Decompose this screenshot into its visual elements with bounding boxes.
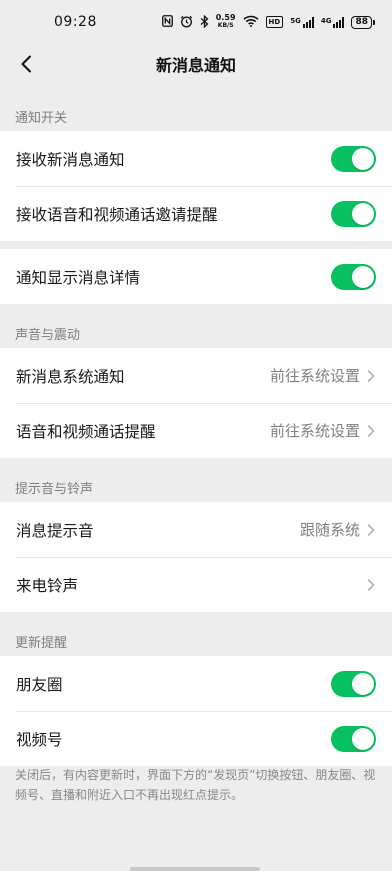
chevron-right-icon [367,369,375,382]
row-channels: 视频号 [0,711,392,766]
alarm-icon [180,15,193,30]
group-show-details: 通知显示消息详情 [0,249,392,304]
footer-note: 关闭后，有内容更新时，界面下方的“发现页”切换按钮、朋友圈、视频号、直播和附近入… [15,768,376,802]
chevron-left-icon [21,55,31,73]
wifi-icon [243,15,259,29]
signal-4g-icon: 4G [320,16,345,28]
row-show-details: 通知显示消息详情 [0,249,392,304]
row-label: 视频号 [16,730,63,749]
section-header-update-reminder: 更新提醒 [15,635,68,651]
row-system-notify[interactable]: 新消息系统通知 前往系统设置 [0,348,392,403]
toggle-receive-new[interactable] [331,145,376,172]
row-value: 前往系统设置 [269,367,360,385]
row-label: 消息提示音 [16,521,94,540]
toggle-knob [352,202,374,225]
bluetooth-icon [200,14,209,30]
group-sound-vibration: 新消息系统通知 前往系统设置 语音和视频通话提醒 前往系统设置 [0,348,392,458]
section-header-notify-switch: 通知开关 [15,110,68,126]
chevron-right-icon [367,424,375,437]
toggle-knob [352,727,374,750]
net-speed: 0.59 KB/S [216,14,236,30]
row-receive-call-invite: 接收语音和视频通话邀请提醒 [0,186,392,241]
row-moments: 朋友圈 [0,656,392,711]
row-right: 跟随系统 [300,519,376,540]
row-right [331,263,376,290]
toggle-knob [352,672,374,695]
row-label: 朋友圈 [16,675,63,694]
net-speed-value: 0.59 [215,13,236,22]
row-right [366,577,376,593]
nav-bar: 新消息通知 [0,44,392,84]
row-ringtone[interactable]: 来电铃声 [0,557,392,612]
row-call-reminder[interactable]: 语音和视频通话提醒 前往系统设置 [0,403,392,458]
home-indicator [130,867,260,871]
signal-5g-icon: 5G [290,16,314,28]
status-bar: 09:28 0.59 KB/S HD 5G 4G 88 [0,0,392,44]
group-tone-ringtone: 消息提示音 跟随系统 来电铃声 [0,502,392,612]
section-header-tone-ringtone: 提示音与铃声 [15,481,94,497]
toggle-knob [352,265,374,288]
toggle-receive-call-invite[interactable] [331,200,376,227]
page-title: 新消息通知 [155,56,236,75]
group-update-reminder: 朋友圈 视频号 [0,656,392,766]
row-label: 来电铃声 [16,576,79,595]
row-label: 语音和视频通话提醒 [16,422,156,441]
row-label: 接收新消息通知 [16,150,125,169]
status-icons: 0.59 KB/S HD 5G 4G 88 [161,14,375,30]
row-right [331,200,376,227]
signal-4g-label: 4G [320,16,332,25]
nfc-icon [161,15,173,29]
chevron-right-icon [367,578,375,591]
row-label: 接收语音和视频通话邀请提醒 [16,205,218,224]
section-header-sound-vibration: 声音与震动 [15,327,81,343]
toggle-moments[interactable] [331,670,376,697]
row-right [331,145,376,172]
row-right: 前往系统设置 [270,420,376,441]
back-button[interactable] [12,50,40,78]
toggle-knob [352,147,374,170]
status-time: 09:28 [54,14,97,30]
row-label: 通知显示消息详情 [16,268,141,287]
row-value: 前往系统设置 [269,422,360,440]
row-right [331,725,376,752]
row-receive-new: 接收新消息通知 [0,131,392,186]
toggle-show-details[interactable] [331,263,376,290]
row-value: 跟随系统 [299,521,360,539]
row-right [331,670,376,697]
signal-5g-label: 5G [290,16,301,25]
row-message-tone[interactable]: 消息提示音 跟随系统 [0,502,392,557]
hd-badge: HD [265,16,284,28]
toggle-channels[interactable] [331,725,376,752]
row-right: 前往系统设置 [270,365,376,386]
row-label: 新消息系统通知 [16,367,125,386]
battery-indicator: 88 [351,15,375,29]
net-speed-unit: KB/S [217,22,234,29]
group-notify-switch: 接收新消息通知 接收语音和视频通话邀请提醒 [0,131,392,241]
chevron-right-icon [367,523,375,536]
